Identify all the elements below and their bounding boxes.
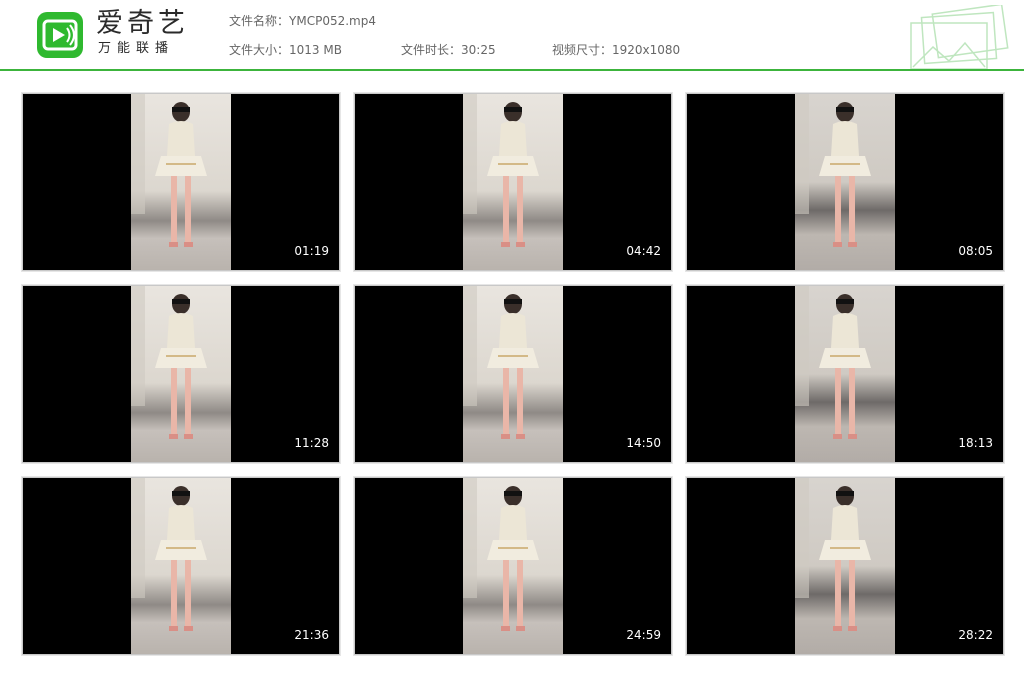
video-frame-image bbox=[463, 286, 563, 462]
file-duration-row: 文件时长：30:25 bbox=[401, 42, 496, 58]
video-frame-image bbox=[463, 478, 563, 654]
header: 爱奇艺 万能联播 文件名称：YMCP052.mp4 文件大小：1013 MB 文… bbox=[0, 0, 1024, 70]
thumbnail-timestamp: 04:42 bbox=[626, 244, 661, 258]
thumbnail-timestamp: 11:28 bbox=[294, 436, 329, 450]
thumbnail-timestamp: 14:50 bbox=[626, 436, 661, 450]
video-thumbnail[interactable]: 04:42 bbox=[353, 92, 673, 272]
file-size-row: 文件大小：1013 MB bbox=[229, 42, 342, 58]
video-thumbnail[interactable]: 18:13 bbox=[685, 284, 1005, 464]
video-frame-image bbox=[795, 286, 895, 462]
thumbnail-timestamp: 24:59 bbox=[626, 628, 661, 642]
thumbnail-timestamp: 01:19 bbox=[294, 244, 329, 258]
video-frame-image bbox=[795, 94, 895, 270]
video-thumbnail[interactable]: 24:59 bbox=[353, 476, 673, 656]
video-thumbnail[interactable]: 21:36 bbox=[21, 476, 341, 656]
file-size-value: 1013 MB bbox=[289, 43, 342, 57]
thumbnail-timestamp: 08:05 bbox=[958, 244, 993, 258]
file-size-label: 文件大小： bbox=[229, 43, 290, 57]
video-frame-image bbox=[795, 478, 895, 654]
video-frame-image bbox=[131, 478, 231, 654]
iqiyi-logo-icon bbox=[37, 12, 83, 58]
thumbnail-timestamp: 21:36 bbox=[294, 628, 329, 642]
file-duration-value: 30:25 bbox=[461, 43, 496, 57]
thumbnail-timestamp: 18:13 bbox=[958, 436, 993, 450]
thumbnail-timestamp: 28:22 bbox=[958, 628, 993, 642]
video-thumbnail[interactable]: 11:28 bbox=[21, 284, 341, 464]
video-dimension-row: 视频尺寸：1920x1080 bbox=[552, 42, 680, 58]
brand-name: 爱奇艺 bbox=[96, 8, 189, 39]
decorative-photos-icon bbox=[910, 5, 1009, 69]
video-dimension-label: 视频尺寸： bbox=[552, 43, 613, 57]
file-name-value: YMCP052.mp4 bbox=[289, 14, 376, 28]
video-frame-image bbox=[463, 94, 563, 270]
video-dimension-value: 1920x1080 bbox=[612, 43, 681, 57]
file-name-row: 文件名称：YMCP052.mp4 bbox=[229, 13, 376, 29]
video-thumbnail[interactable]: 14:50 bbox=[353, 284, 673, 464]
video-thumbnail[interactable]: 08:05 bbox=[685, 92, 1005, 272]
video-frame-image bbox=[131, 286, 231, 462]
brand-slogan: 万能联播 bbox=[98, 41, 175, 56]
video-frame-image bbox=[131, 94, 231, 270]
header-divider bbox=[0, 69, 1024, 71]
file-duration-label: 文件时长： bbox=[401, 43, 462, 57]
video-thumbnail[interactable]: 01:19 bbox=[21, 92, 341, 272]
file-name-label: 文件名称： bbox=[229, 14, 290, 28]
video-thumbnail[interactable]: 28:22 bbox=[685, 476, 1005, 656]
